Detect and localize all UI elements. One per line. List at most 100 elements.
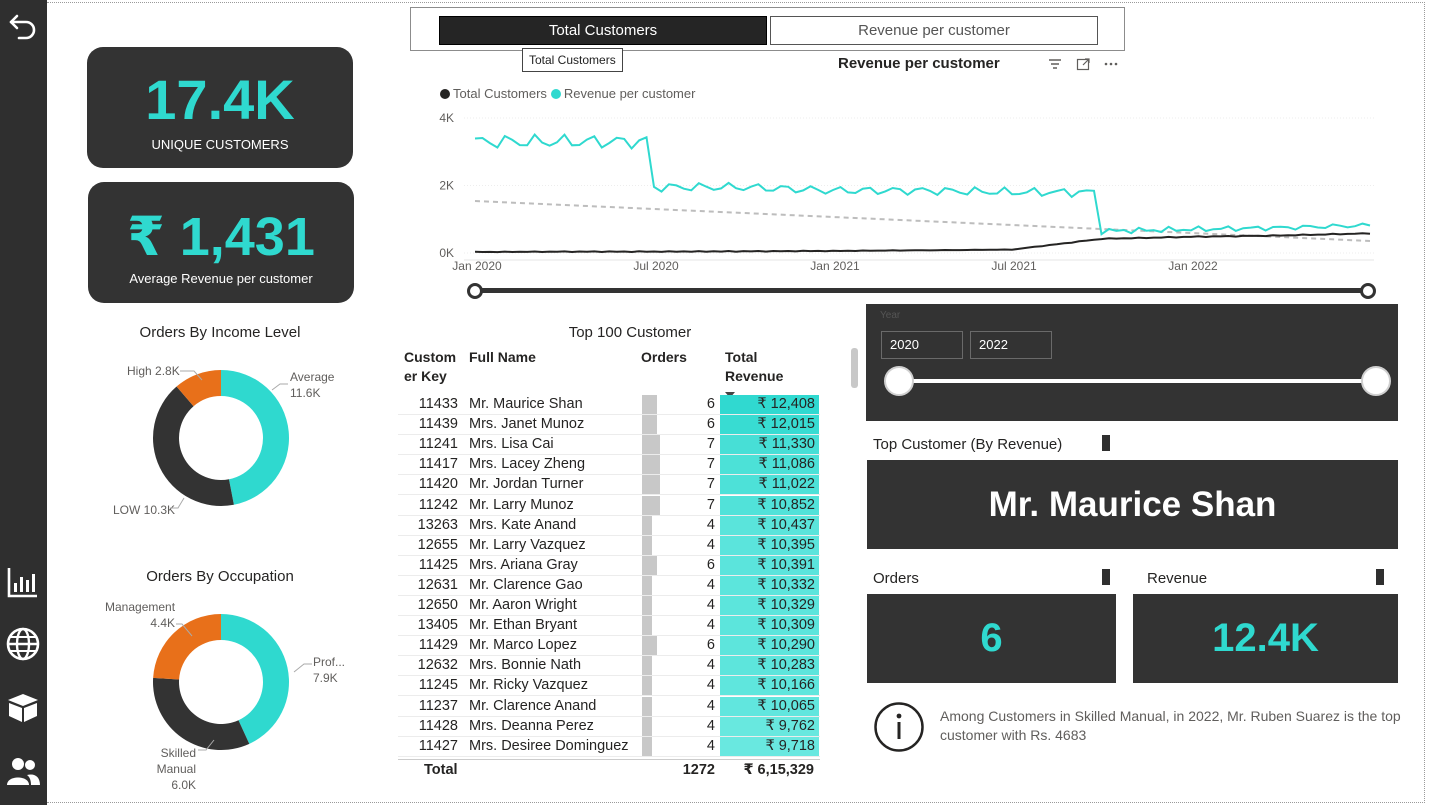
date-range-start-handle[interactable] [467,283,483,299]
table-row[interactable]: 11242 Mr. Larry Munoz 7 ₹ 10,852 [398,495,820,516]
customer-key-cell: 11420 [418,476,458,493]
table-row[interactable]: 13263 Mrs. Kate Anand 4 ₹ 10,437 [398,515,820,536]
box-icon[interactable] [4,688,42,726]
date-range-end-handle[interactable] [1360,283,1376,299]
full-name-cell: Mr. Ricky Vazquez [469,677,588,694]
column-header-orders[interactable]: Orders [641,348,687,367]
users-icon[interactable] [4,752,42,790]
table-scrollbar[interactable] [851,348,858,388]
year-from-input[interactable]: 2020 [881,331,963,359]
legend-label: Revenue per customer [563,86,696,101]
full-name-cell: Mr. Clarence Anand [469,697,597,714]
total-revenue-cell: ₹ 11,086 [720,455,819,475]
kpi-label: UNIQUE CUSTOMERS [151,137,289,152]
line-chart[interactable]: 4K 2K 0K Jan 2020 Jul 2020 Jan 2021 Jul 2021 J… [430,105,1410,305]
legend-item-revenue-per-customer[interactable]: Revenue per customer [550,86,696,101]
total-revenue-cell: ₹ 9,762 [720,716,819,736]
year-slider-start-handle[interactable] [884,366,914,396]
customer-key-cell: 11425 [418,556,458,573]
table-row[interactable]: 11433 Mr. Maurice Shan 6 ₹ 12,408 [398,395,820,415]
back-arrow-icon[interactable] [4,5,42,43]
legend-label: Total Customers [453,86,547,101]
kpi-unique-customers: 17.4K UNIQUE CUSTOMERS [87,47,353,168]
total-revenue-cell: ₹ 10,437 [720,515,819,535]
year-slider-track[interactable] [898,379,1376,383]
x-tick-label: Jul 2021 [991,259,1037,273]
column-header-total-revenue[interactable]: Total Revenue [725,348,795,386]
customer-key-cell: 13405 [417,617,458,634]
table-row[interactable]: 12655 Mr. Larry Vazquez 4 ₹ 10,395 [398,535,820,556]
income-donut-title: Orders By Income Level [139,324,301,341]
full-name-cell: Mr. Clarence Gao [469,576,583,593]
orders-cell: 4 [706,597,715,613]
series-line-revenue-per-customer[interactable] [474,133,1371,236]
column-header-customer-key[interactable]: Custom er Key [404,348,462,386]
full-name-cell: Mr. Maurice Shan [469,396,583,412]
customer-key-cell: 11245 [418,677,458,694]
legend-item-total-customers[interactable]: Total Customers [440,86,547,101]
table-row[interactable]: 11241 Mrs. Lisa Cai 7 ₹ 11,330 [398,435,820,456]
full-name-cell: Mr. Marco Lopez [469,637,577,654]
revenue-label: Revenue [1147,570,1208,587]
total-revenue-cell: ₹ 10,391 [720,555,819,575]
filter-icon[interactable] [1048,57,1062,71]
orders-cell: 6 [706,556,715,573]
table-row[interactable]: 11439 Mrs. Janet Munoz 6 ₹ 12,015 [398,415,820,436]
donut-leader-lines [170,370,288,509]
table-row[interactable]: 11429 Mr. Marco Lopez 6 ₹ 10,290 [398,636,820,657]
more-options-icon[interactable] [1104,57,1118,71]
line-chart-legend: Total Customers Revenue per customer [440,86,695,101]
total-orders: 1272 [682,762,715,778]
total-revenue-cell: ₹ 10,290 [720,636,819,656]
table-row[interactable]: 11417 Mrs. Lacey Zheng 7 ₹ 11,086 [398,455,820,476]
total-revenue-cell: ₹ 12,408 [720,395,819,414]
series-line-total-customers[interactable] [474,232,1371,254]
table-body: 11433 Mr. Maurice Shan 6 ₹ 12,408 11439 Mrs. … [398,395,828,759]
customer-key-cell: 11427 [418,737,458,754]
table-row[interactable]: 12650 Mr. Aaron Wright 4 ₹ 10,329 [398,596,820,616]
customer-key-cell: 13263 [417,516,458,533]
tooltip: Total Customers [522,48,623,72]
date-range-track[interactable] [474,288,1370,293]
measure-toggle: Total Customers Revenue per customer [410,7,1125,51]
total-revenue-cell: ₹ 11,330 [720,435,819,455]
table-row[interactable]: 12632 Mrs. Bonnie Nath 4 ₹ 10,283 [398,656,820,677]
table-row[interactable]: 12631 Mr. Clarence Gao 4 ₹ 10,332 [398,575,820,596]
total-revenue-cell: ₹ 10,395 [720,535,819,555]
customer-key-cell: 12631 [417,576,458,593]
revenue-per-customer-button[interactable]: Revenue per customer [770,16,1098,45]
orders-cell: 7 [706,436,715,453]
table-row[interactable]: 11237 Mr. Clarence Anand 4 ₹ 10,065 [398,696,820,717]
bar-chart-icon[interactable] [4,563,42,601]
globe-icon[interactable] [4,625,42,663]
table-row[interactable]: 11245 Mr. Ricky Vazquez 4 ₹ 10,166 [398,676,820,697]
full-name-cell: Mrs. Janet Munoz [469,416,585,433]
customer-key-cell: 12632 [417,657,458,674]
table-row[interactable]: 11427 Mrs. Desiree Dominguez 4 ₹ 9,718 [398,736,820,757]
total-revenue-cell: ₹ 11,022 [720,475,819,495]
total-revenue-cell: ₹ 10,166 [720,676,819,696]
orders-label: Orders [873,570,919,587]
focus-mode-icon[interactable] [1076,57,1090,71]
trend-line [474,200,1371,242]
total-customers-button[interactable]: Total Customers [439,16,767,45]
total-revenue-cell: ₹ 10,065 [720,696,819,716]
customer-key-cell: 11242 [418,496,458,513]
full-name-cell: Mr. Aaron Wright [469,597,577,613]
orders-cell: 4 [706,617,715,634]
left-nav-bar [0,0,47,805]
orders-cell: 6 [706,396,715,412]
orders-cell: 4 [706,576,715,593]
table-row[interactable]: 13405 Mr. Ethan Bryant 4 ₹ 10,309 [398,616,820,637]
table-row[interactable]: 11428 Mrs. Deanna Perez 4 ₹ 9,762 [398,716,820,737]
year-to-input[interactable]: 2022 [970,331,1052,359]
orders-cell: 4 [706,737,715,754]
customer-key-cell: 11439 [418,416,458,433]
table-row[interactable]: 11425 Mrs. Ariana Gray 6 ₹ 10,391 [398,555,820,576]
year-slider-end-handle[interactable] [1361,366,1391,396]
full-name-cell: Mr. Larry Munoz [469,496,574,513]
table-row[interactable]: 11420 Mr. Jordan Turner 7 ₹ 11,022 [398,475,820,496]
column-header-full-name[interactable]: Full Name [469,348,536,367]
full-name-cell: Mrs. Lisa Cai [469,436,554,453]
customer-key-cell: 11433 [418,396,458,412]
